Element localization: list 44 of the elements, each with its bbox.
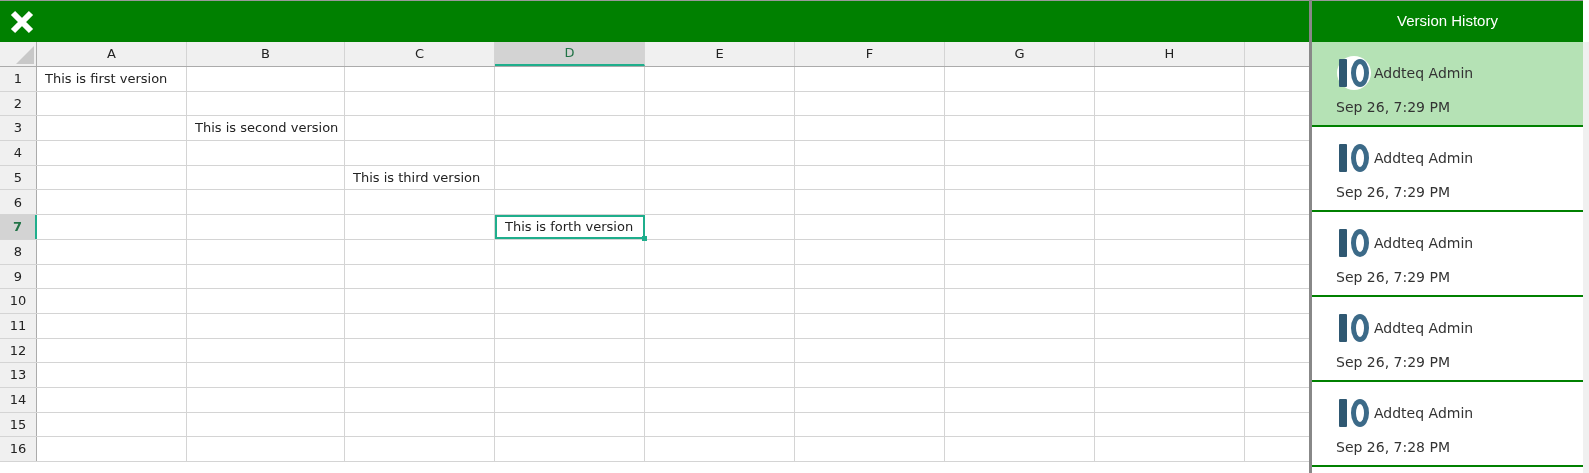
cell-text: This is first version — [44, 70, 169, 89]
version-item[interactable]: Addteq Admin Sep 26, 7:29 PM — [1312, 42, 1583, 127]
row-header[interactable]: 14 — [0, 387, 37, 412]
column-header[interactable]: B — [187, 42, 345, 66]
row-header[interactable]: 3 — [0, 116, 37, 141]
version-time: Sep 26, 7:29 PM — [1336, 98, 1451, 117]
version-time: Sep 26, 7:29 PM — [1336, 268, 1451, 287]
close-icon — [9, 8, 35, 35]
cell-text: This is third version — [352, 168, 482, 187]
author-name: Addteq Admin — [1374, 403, 1474, 423]
scrollbar[interactable] — [1583, 42, 1589, 473]
panel-title: Version History — [1397, 11, 1498, 32]
row-header[interactable]: 4 — [0, 141, 37, 165]
column-header[interactable]: G — [945, 42, 1095, 66]
column-header[interactable]: A — [37, 42, 187, 66]
row-header[interactable]: 8 — [0, 239, 37, 264]
row-header[interactable]: 6 — [0, 190, 37, 215]
version-time: Sep 26, 7:29 PM — [1336, 183, 1451, 202]
row-header[interactable]: 2 — [0, 91, 37, 116]
column-header[interactable]: E — [645, 42, 795, 66]
row-header[interactable]: 11 — [0, 313, 37, 338]
avatar-icon — [1336, 55, 1372, 91]
row-header[interactable]: 12 — [0, 338, 37, 363]
row-header[interactable]: 1 — [0, 67, 37, 91]
column-header[interactable]: D — [495, 42, 645, 66]
row-header[interactable]: 9 — [0, 264, 37, 289]
row-header[interactable]: 10 — [0, 289, 37, 313]
author-name: Addteq Admin — [1374, 148, 1474, 168]
corner-triangle-icon[interactable] — [16, 46, 34, 64]
author-name: Addteq Admin — [1374, 63, 1474, 83]
row-header[interactable]: 13 — [0, 363, 37, 387]
version-time: Sep 26, 7:28 PM — [1336, 438, 1451, 457]
row-header[interactable]: 7 — [0, 215, 37, 239]
fill-handle[interactable] — [642, 235, 647, 241]
cell-text: This is forth version — [504, 218, 635, 237]
column-header[interactable]: H — [1095, 42, 1245, 66]
column-header[interactable]: F — [795, 42, 945, 66]
row-header[interactable]: 5 — [0, 165, 37, 190]
cell-text: This is second version — [194, 119, 340, 138]
row-header[interactable]: 15 — [0, 412, 37, 437]
version-time: Sep 26, 7:29 PM — [1336, 353, 1451, 372]
author-name: Addteq Admin — [1374, 318, 1474, 338]
author-name: Addteq Admin — [1374, 233, 1474, 253]
row-header[interactable]: 16 — [0, 437, 37, 461]
